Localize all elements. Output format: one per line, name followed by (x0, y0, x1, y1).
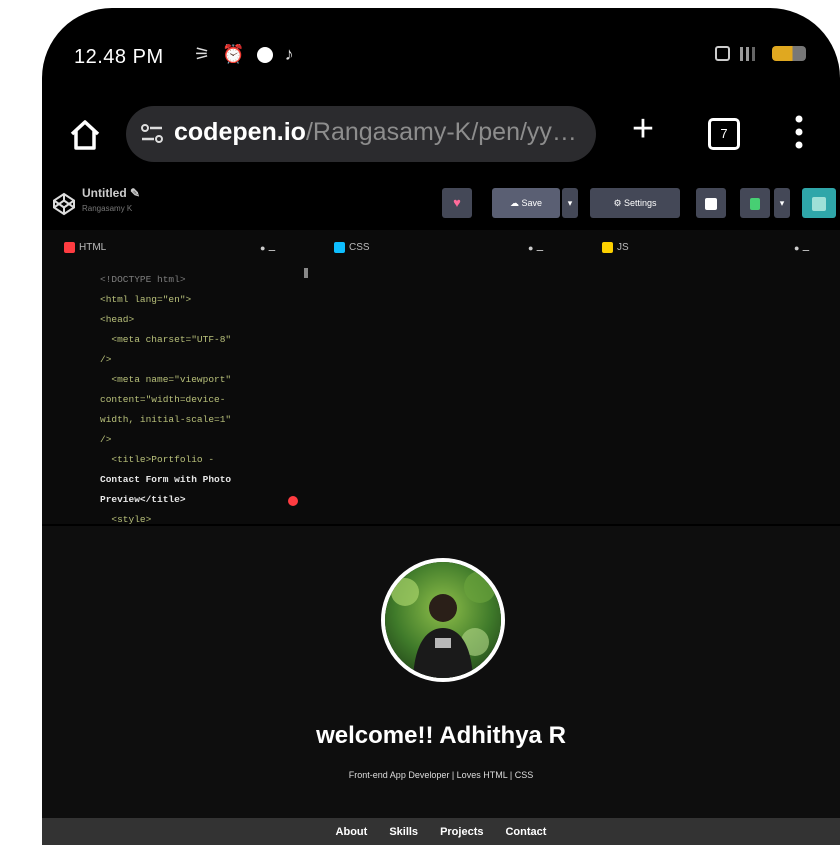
layout-button[interactable] (696, 188, 726, 218)
new-tab-icon[interactable]: + (626, 110, 660, 148)
code-line[interactable]: width, initial-scale=1" (100, 410, 340, 430)
code-line[interactable]: <head> (100, 310, 340, 330)
settings-button[interactable]: ⚙ Settings (590, 188, 680, 218)
code-line[interactable]: /> (100, 350, 340, 370)
love-button[interactable]: ♥ (442, 188, 472, 218)
save-button[interactable]: ☁ Save (492, 188, 560, 218)
preview-pane: welcome!! Adhithya R Front-end App Devel… (42, 526, 840, 818)
nav-link-projects[interactable]: Projects (440, 826, 483, 838)
url-path: /Rangasamy-K/pen/yy… (305, 118, 577, 146)
code-line[interactable]: <meta name="viewport" (100, 370, 340, 390)
js-panel-icon (602, 241, 613, 253)
css-panel-tab[interactable]: CSS (334, 236, 370, 260)
browser-toolbar: codepen.io/Rangasamy-K/pen/yy… + 7 (42, 100, 840, 175)
nav-link-contact[interactable]: Contact (505, 826, 546, 838)
pen-author[interactable]: Rangasamy K (82, 204, 132, 213)
profile-photo (381, 558, 505, 682)
code-line[interactable]: Contact Form with Photo (100, 470, 340, 490)
user-icon (750, 197, 760, 210)
chevron-down-icon: ▾ (567, 198, 573, 208)
site-settings-icon[interactable] (140, 122, 164, 146)
tagline: Front-end App Developer | Loves HTML | C… (348, 770, 534, 780)
html-panel-icon (64, 241, 75, 253)
avatar-button[interactable] (802, 188, 836, 218)
sim-icon (715, 46, 730, 61)
save-label: Save (521, 198, 543, 208)
welcome-heading: welcome!! Adhithya R (316, 722, 566, 749)
record-icon (256, 46, 273, 63)
code-line[interactable]: Preview</title> (100, 490, 340, 510)
js-panel-tab[interactable]: JS (602, 236, 629, 260)
html-panel-tab[interactable]: HTML (64, 236, 106, 260)
js-panel-settings-icon[interactable]: ● ⚊ (794, 236, 810, 260)
profile-photo-image (385, 562, 501, 678)
code-line[interactable]: <meta charset="UTF-8" (100, 330, 340, 350)
html-panel-label: HTML (79, 242, 107, 253)
phone-screen: 12.48 PM ⚞ ⏰ ♪ codepen.io/Rangasamy-K/pe… (42, 8, 840, 845)
status-time: 12.48 PM (74, 46, 164, 68)
nav-link-skills[interactable]: Skills (389, 826, 418, 838)
save-dropdown-button[interactable]: ▾ (562, 188, 578, 218)
error-indicator[interactable] (288, 496, 298, 506)
html-code-editor[interactable]: <!DOCTYPE html> <html lang="en"> <head> <m… (100, 270, 340, 550)
notification-icons: ⚞ ⏰ ♪ (194, 44, 294, 65)
codepen-header: Untitled ✎ Rangasamy K ♥ ☁ Save ▾ ⚙ Sett… (42, 180, 840, 230)
url-host: codepen.io (174, 118, 306, 146)
css-panel-icon (334, 241, 345, 253)
js-panel-label: JS (617, 242, 629, 253)
settings-label: Settings (624, 198, 657, 208)
user-button[interactable] (740, 188, 770, 218)
signal-icon (740, 46, 762, 61)
chevron-down-icon: ▾ (779, 198, 785, 208)
more-options-icon[interactable] (794, 114, 804, 150)
system-icons (715, 46, 806, 61)
notification-icon: ⚞ (194, 44, 211, 64)
heart-icon: ♥ (453, 195, 461, 210)
avatar (812, 196, 826, 211)
code-line[interactable]: <!DOCTYPE html> (100, 270, 340, 290)
cloud-icon: ☁ (509, 198, 519, 208)
css-panel-label: CSS (349, 242, 370, 253)
alarm-icon: ⏰ (222, 44, 245, 64)
codepen-logo-icon[interactable] (52, 192, 76, 216)
tab-switcher-button[interactable]: 7 (708, 118, 740, 150)
html-panel-settings-icon[interactable]: ● ⚊ (260, 236, 276, 260)
editor-panels: HTML ● ⚊ CSS ● ⚊ JS ● ⚊ <!DOCTYPE html> <… (42, 230, 840, 545)
layout-icon (705, 197, 717, 210)
preview-navbar: About Skills Projects Contact (42, 818, 840, 845)
code-line[interactable]: /> (100, 430, 340, 450)
gear-icon: ⚙ (613, 198, 622, 208)
pen-title[interactable]: Untitled ✎ (82, 186, 140, 200)
code-line[interactable]: <html lang="en"> (100, 290, 340, 310)
nav-link-about[interactable]: About (336, 826, 368, 838)
code-line[interactable]: <title>Portfolio - (100, 450, 340, 470)
css-panel-settings-icon[interactable]: ● ⚊ (528, 236, 544, 260)
code-line[interactable]: content="width=device- (100, 390, 340, 410)
tiktok-icon: ♪ (284, 44, 294, 64)
status-bar: 12.48 PM ⚞ ⏰ ♪ (42, 8, 840, 98)
home-icon[interactable] (68, 118, 102, 152)
battery-icon (772, 46, 806, 61)
user-dropdown-button[interactable]: ▾ (774, 188, 790, 218)
address-bar[interactable]: codepen.io/Rangasamy-K/pen/yy… (126, 106, 596, 162)
url-text: codepen.io/Rangasamy-K/pen/yy… (174, 118, 577, 147)
